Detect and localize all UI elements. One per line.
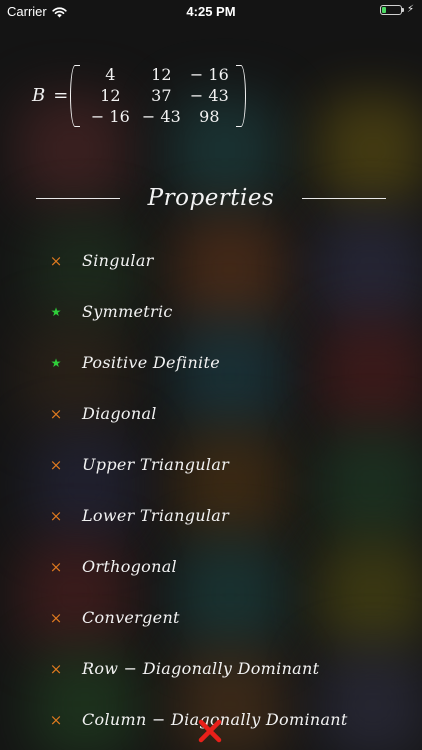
property-symmetric: ★ Symmetric bbox=[48, 286, 408, 337]
status-time: 4:25 PM bbox=[186, 4, 236, 19]
main-content: B = 4 12 − 16 12 37 − 43 − 16 − 43 98 Pr… bbox=[0, 0, 422, 750]
property-label: Orthogonal bbox=[82, 557, 177, 576]
property-column-diagonally-dominant: × Column − Diagonally Dominant bbox=[48, 694, 408, 745]
cross-icon: × bbox=[49, 557, 63, 576]
property-label: Diagonal bbox=[82, 404, 157, 423]
battery-indicator: ⚡︎ bbox=[379, 4, 414, 15]
battery-tip bbox=[401, 8, 404, 12]
property-label: Convergent bbox=[82, 608, 180, 627]
matrix-name: B bbox=[32, 85, 46, 106]
matrix-grid: 4 12 − 16 12 37 − 43 − 16 − 43 98 bbox=[80, 64, 236, 127]
matrix-right-paren bbox=[236, 64, 247, 127]
property-label: Lower Triangular bbox=[82, 506, 230, 525]
cross-icon: × bbox=[49, 404, 63, 423]
cross-icon: × bbox=[49, 659, 63, 678]
cross-icon: × bbox=[49, 710, 63, 729]
property-orthogonal: × Orthogonal bbox=[48, 541, 408, 592]
property-convergent: × Convergent bbox=[48, 592, 408, 643]
property-label: Positive Definite bbox=[82, 353, 220, 372]
properties-header: Properties bbox=[36, 180, 386, 216]
matrix-cell: − 43 bbox=[141, 107, 181, 126]
matrix-equals-sign: = bbox=[53, 85, 69, 106]
matrix-cell: 12 bbox=[100, 86, 121, 105]
matrix-cell: − 16 bbox=[189, 65, 229, 84]
matrix-cell: 12 bbox=[151, 65, 172, 84]
matrix-cell: 4 bbox=[105, 65, 116, 84]
matrix-cell: 98 bbox=[199, 107, 220, 126]
status-bar: Carrier 4:25 PM ⚡︎ bbox=[0, 0, 422, 22]
property-label: Row − Diagonally Dominant bbox=[82, 659, 320, 678]
matrix-cell: 37 bbox=[151, 86, 172, 105]
property-label: Upper Triangular bbox=[82, 455, 230, 474]
header-rule-right bbox=[301, 197, 386, 199]
cross-icon: × bbox=[49, 251, 63, 270]
property-label: Symmetric bbox=[82, 302, 173, 321]
property-diagonal: × Diagonal bbox=[48, 388, 408, 439]
close-icon bbox=[198, 719, 222, 743]
property-label: Singular bbox=[82, 251, 154, 270]
properties-title: Properties bbox=[147, 185, 275, 211]
cross-icon: × bbox=[49, 506, 63, 525]
property-upper-triangular: × Upper Triangular bbox=[48, 439, 408, 490]
property-row-diagonally-dominant: × Row − Diagonally Dominant bbox=[48, 643, 408, 694]
battery-icon bbox=[379, 5, 402, 15]
header-rule-left bbox=[36, 197, 120, 199]
star-icon: ★ bbox=[50, 304, 62, 319]
star-icon: ★ bbox=[50, 355, 62, 370]
matrix-cell: − 16 bbox=[90, 107, 130, 126]
property-positive-definite: ★ Positive Definite bbox=[48, 337, 408, 388]
matrix-cell: − 43 bbox=[189, 86, 229, 105]
property-singular: × Singular bbox=[48, 235, 408, 286]
cross-icon: × bbox=[49, 608, 63, 627]
property-lower-triangular: × Lower Triangular bbox=[48, 490, 408, 541]
charging-bolt-icon: ⚡︎ bbox=[406, 4, 414, 15]
cross-icon: × bbox=[49, 455, 63, 474]
properties-list: × Singular ★ Symmetric ★ Positive Defini… bbox=[48, 235, 408, 745]
matrix-display: B = 4 12 − 16 12 37 − 43 − 16 − 43 98 bbox=[32, 64, 247, 127]
battery-fill bbox=[381, 7, 386, 13]
matrix-left-paren bbox=[70, 64, 81, 127]
close-button[interactable] bbox=[197, 718, 223, 744]
